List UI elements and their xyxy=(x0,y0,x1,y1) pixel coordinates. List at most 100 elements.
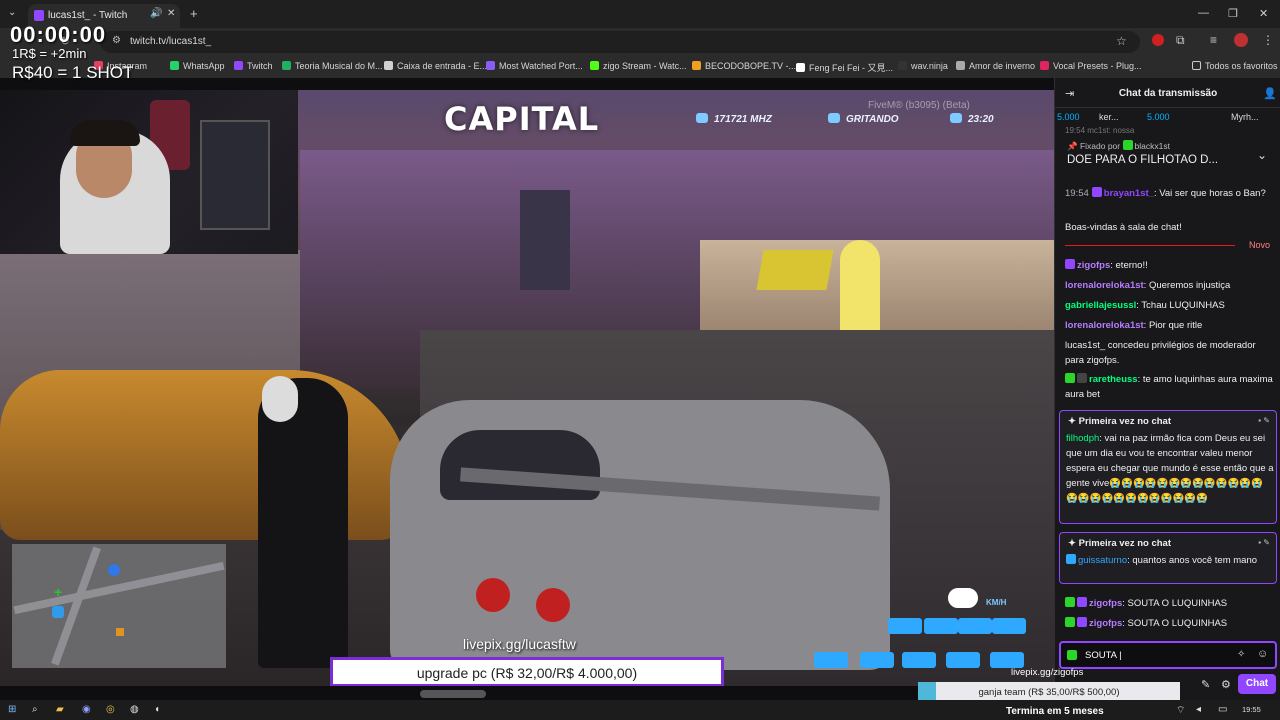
bits-icon[interactable]: ✧ xyxy=(1237,649,1245,660)
sub-badge-icon xyxy=(1065,259,1075,269)
chat-message: lorenalorelokа1st: Pior que ritle xyxy=(1065,320,1203,331)
bookmark-most-watched[interactable]: Most Watched Port... xyxy=(486,61,583,71)
pc-case xyxy=(200,120,270,230)
bookmark-becodobope[interactable]: BECODOBOPE.TV -... xyxy=(692,61,796,71)
bookmark-vocal-presets[interactable]: Vocal Presets - Plug... xyxy=(1040,61,1142,71)
restore-icon[interactable]: ❐ xyxy=(1228,7,1238,20)
bookmark-zigo[interactable]: zigo Stream - Watc... xyxy=(590,61,687,71)
new-tab-button[interactable]: + xyxy=(190,6,198,21)
chart-icon xyxy=(486,61,495,70)
moderator-badge-icon xyxy=(1122,140,1133,150)
first-time-actions-icon[interactable]: ▪ ✎ xyxy=(1258,416,1270,425)
bookmarks-bar: Instagram WhatsApp Twitch Teoria Musical… xyxy=(0,56,1280,78)
media-controls-icon[interactable]: ≡ xyxy=(1210,33,1217,47)
browser-tab-bar: ⌄ lucas1st_ - Twitch 🔊 ✕ + — ❐ ✕ xyxy=(0,0,1280,28)
folder-icon xyxy=(1192,61,1201,70)
file-explorer-icon[interactable]: ▰ xyxy=(56,704,64,715)
bookmark-star-icon[interactable]: ☆ xyxy=(1116,34,1127,48)
chrome-icon[interactable]: ◎ xyxy=(106,704,115,715)
s-icon xyxy=(796,63,805,72)
chat-send-button[interactable]: Chat xyxy=(1238,674,1276,694)
sub-badge-icon xyxy=(1091,187,1102,197)
extension-red-icon[interactable] xyxy=(1152,34,1164,46)
pinned-text: DOE PARA O FILHOTAO D... xyxy=(1067,154,1219,166)
chevron-down-icon[interactable]: ⌄ xyxy=(1257,148,1267,162)
mail-icon xyxy=(384,61,393,70)
settings-gear-icon[interactable]: ⚙ xyxy=(1221,678,1231,691)
chat-input[interactable]: SOUTA | ✧ ☺ xyxy=(1059,641,1277,669)
webcam-overlay xyxy=(0,90,298,254)
zigo-livepix-link: livepix.gg/zigofps xyxy=(1011,667,1084,678)
horizontal-scrollbar[interactable] xyxy=(420,690,486,698)
speed-unit: KM/H xyxy=(986,598,1007,607)
bookmark-whatsapp[interactable]: WhatsApp xyxy=(170,61,225,71)
sub-badge-icon xyxy=(1077,617,1087,627)
plugin-icon xyxy=(1040,61,1049,70)
leaderboard-user[interactable]: ker... xyxy=(1099,112,1119,122)
leaderboard-user[interactable]: Myrh... xyxy=(1231,112,1259,122)
omnibox[interactable]: ⚙ twitch.tv/lucas1st_ ☆ xyxy=(100,31,1140,53)
player-blip-icon xyxy=(108,564,120,576)
bookmark-amor[interactable]: Amor de inverno xyxy=(956,61,1035,71)
subathon-rate: 1R$ = +2min xyxy=(12,46,87,61)
minimap: + xyxy=(12,544,226,668)
pinned-message[interactable]: 📌 Fixado por blackx1st DOE PARA O FILHOT… xyxy=(1059,134,1277,176)
car-tail-light xyxy=(536,588,570,622)
engine-icon xyxy=(958,618,992,634)
extensions-puzzle-icon[interactable]: ⧉ xyxy=(1176,33,1185,48)
sub-badge-icon xyxy=(1066,554,1076,564)
moderator-badge-icon xyxy=(1067,650,1077,660)
bookmark-wav-ninja[interactable]: wav.ninja xyxy=(898,61,948,71)
chat-message: zigofps: SOUTA O LUQUINHAS xyxy=(1065,596,1275,611)
wave-icon xyxy=(898,61,907,70)
team-goal-ends: Termina em 5 meses xyxy=(1006,706,1104,717)
pen-icon[interactable]: ✎ xyxy=(1201,678,1210,691)
volume-icon[interactable]: ◂ xyxy=(1196,704,1201,715)
battery-icon[interactable]: ▭ xyxy=(1218,704,1227,715)
audio-app-icon[interactable]: ◖ xyxy=(154,704,160,715)
bookmark-mail[interactable]: Caixa de entrada - E... xyxy=(384,61,487,71)
search-icon[interactable]: ⌕ xyxy=(32,704,38,715)
obs-icon[interactable]: ◍ xyxy=(130,704,139,715)
new-messages-divider xyxy=(1065,245,1235,246)
microphone-icon xyxy=(828,113,840,123)
browser-menu-icon[interactable]: ⋮ xyxy=(1262,33,1274,47)
voice-mode: GRITANDO xyxy=(828,113,899,125)
wifi-icon[interactable]: ⌔ xyxy=(1176,704,1185,717)
bookmark-feng-fei-fei[interactable]: Feng Fei Fei - 又見... xyxy=(796,61,893,74)
profile-avatar[interactable] xyxy=(1234,33,1248,47)
tab-title: lucas1st_ - Twitch xyxy=(48,10,128,21)
chat-message: zigofps: SOUTA O LUQUINHAS xyxy=(1065,616,1275,631)
bookmark-twitch[interactable]: Twitch xyxy=(234,61,273,71)
first-time-chatter-box: ✦ Primeira vez no chat ▪ ✎ filhodph: vai… xyxy=(1059,410,1277,524)
chat-header: ⇥ Chat da transmissão 👤 xyxy=(1055,78,1280,108)
stamina-icon xyxy=(990,652,1024,668)
close-window-icon[interactable]: ✕ xyxy=(1259,7,1268,20)
waypoint-icon xyxy=(116,628,124,636)
emote-picker-icon[interactable]: ☺ xyxy=(1257,648,1268,660)
whatsapp-icon xyxy=(170,61,179,70)
chat-message: 19:54 brayan1st_: Vai ser que horas o Ban… xyxy=(1065,187,1266,199)
site-info-icon[interactable]: ⚙ xyxy=(112,35,121,46)
welcome-message: Boas-vindas à sala de chat! xyxy=(1065,222,1182,233)
first-time-actions-icon[interactable]: ▪ ✎ xyxy=(1258,538,1270,547)
bookmark-teoria[interactable]: Teoria Musical do M... xyxy=(282,61,383,71)
discord-icon[interactable]: ◉ xyxy=(82,704,91,715)
car-tail-light xyxy=(476,578,510,612)
tab-list-chevron-icon[interactable]: ⌄ xyxy=(8,7,16,18)
sub-badge-icon xyxy=(1077,597,1087,607)
minimize-icon[interactable]: — xyxy=(1198,7,1209,19)
chat-message: guissaturno: quantos anos você tem mano xyxy=(1066,553,1274,568)
moderator-badge-icon xyxy=(1065,373,1075,383)
page-bottom-strip xyxy=(0,686,1054,700)
moderator-badge-icon xyxy=(1065,617,1075,627)
all-favorites-folder[interactable]: Todos os favoritos xyxy=(1192,61,1278,71)
first-time-title: ✦ Primeira vez no chat xyxy=(1068,416,1172,427)
speaker-icon[interactable]: 🔊 xyxy=(150,8,162,19)
chat-message: gabriellajesussl: Tchau LUQUINHAS xyxy=(1065,300,1225,311)
tab-close-icon[interactable]: ✕ xyxy=(167,8,175,19)
chat-panel: ⇥ Chat da transmissão 👤 5.000 ker... 5.0… xyxy=(1054,78,1280,700)
windows-start-icon[interactable]: ⊞ xyxy=(8,704,16,715)
clock-icon xyxy=(950,113,962,123)
community-icon[interactable]: 👤 xyxy=(1263,87,1277,100)
